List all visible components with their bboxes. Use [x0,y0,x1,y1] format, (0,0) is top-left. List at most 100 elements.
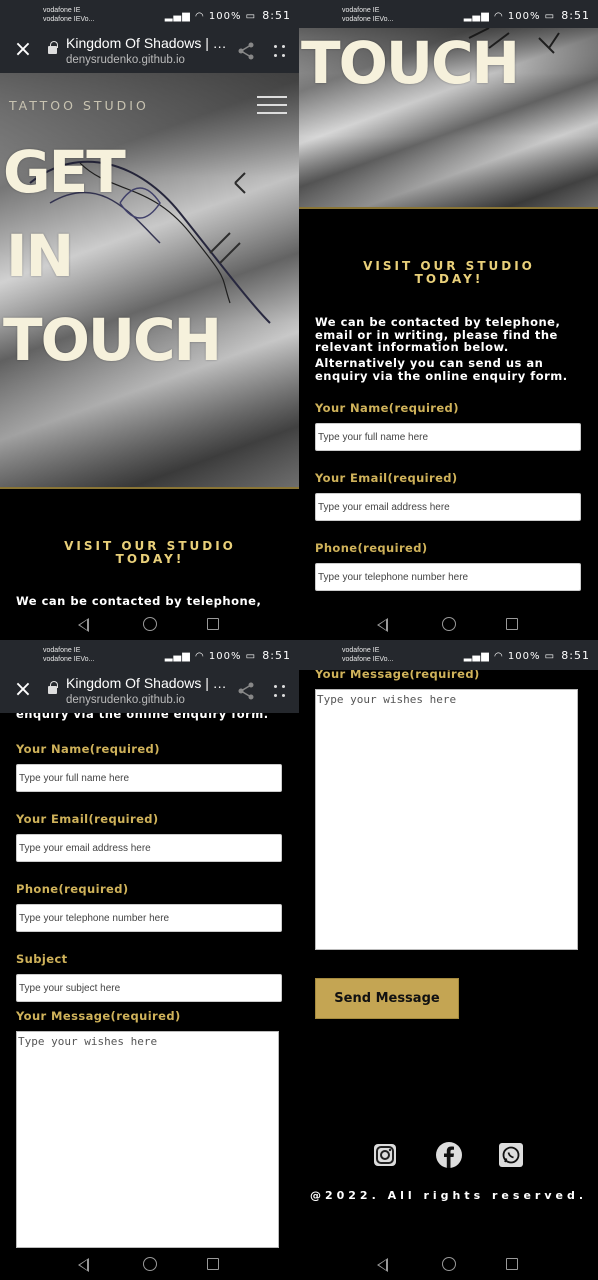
hero-divider [0,487,299,489]
back-icon[interactable] [377,1258,388,1272]
screenshot-panel-1: vodafone IE vodafone IEVo... ▂▄▆ ◠ 100% … [0,0,299,640]
instagram-icon[interactable] [374,1144,396,1166]
recent-apps-icon[interactable] [506,1258,518,1270]
clock: 8:51 [262,649,291,662]
signal-icon: ▂▄▆ [463,11,490,22]
back-icon[interactable] [78,1258,89,1272]
intro-paragraph: We can be contacted by telephone, [16,594,262,608]
battery-icon: ▭ [245,651,257,662]
home-icon[interactable] [143,1257,157,1271]
alt-paragraph: Alternatively you can send us an enquiry… [315,356,568,383]
carrier-info: vodafone IE vodafone IEVo... [342,6,393,24]
battery-icon: ▭ [544,651,556,662]
wifi-icon: ◠ [493,651,504,662]
close-icon[interactable]: × [12,679,34,702]
carrier-line-1: vodafone IE [43,7,81,14]
message-textarea[interactable] [16,1031,279,1248]
hero-divider [299,207,598,209]
name-label: Your Name(required) [16,742,160,756]
phone-label: Phone(required) [16,882,129,896]
status-bar: vodafone IE vodafone IEVo... ▂▄▆ ◠ 100% … [299,0,598,30]
status-icons: ▂▄▆ ◠ 100% ▭ 8:51 [464,649,590,662]
send-message-button[interactable]: Send Message [315,978,459,1019]
hero-word-1: GET [3,138,126,206]
page-title: Kingdom Of Shadows | T... [66,35,231,51]
name-input[interactable] [16,764,282,792]
back-icon[interactable] [78,618,89,632]
carrier-line-2: vodafone IEVo... [43,656,95,663]
clock: 8:51 [561,9,590,22]
clock: 8:51 [262,9,291,22]
close-icon[interactable]: × [12,39,34,62]
section-title: VISIT OUR STUDIO TODAY! [339,260,559,286]
section-title-line-2: TODAY! [414,272,484,286]
lock-icon [48,41,58,54]
battery-percent: 100% [507,651,541,662]
status-bar: vodafone IE vodafone IEVo... ▂▄▆ ◠ 100% … [0,640,299,670]
section-title-line-2: TODAY! [115,552,185,566]
signal-icon: ▂▄▆ [463,651,490,662]
carrier-line-2: vodafone IEVo... [43,16,95,23]
status-icons: ▂▄▆ ◠ 100% ▭ 8:51 [165,649,291,662]
carrier-line-2: vodafone IEVo... [342,656,394,663]
share-icon[interactable] [237,42,255,60]
email-input[interactable] [16,834,282,862]
recent-apps-icon[interactable] [207,1258,219,1270]
recent-apps-icon[interactable] [506,618,518,630]
subject-label: Subject [16,952,68,966]
page-url: denysrudenko.github.io [66,54,185,66]
home-icon[interactable] [442,617,456,631]
status-bar: vodafone IE vodafone IEVo... ▂▄▆ ◠ 100% … [299,640,598,670]
recent-apps-icon[interactable] [207,618,219,630]
screenshot-panel-2: vodafone IE vodafone IEVo... ▂▄▆ ◠ 100% … [299,0,598,640]
hero-word-2: IN [6,222,74,290]
wifi-icon: ◠ [493,11,504,22]
screenshot-panel-4: Your Message(required) vodafone IE vodaf… [299,640,598,1280]
whatsapp-icon[interactable] [499,1143,523,1167]
menu-dots-icon[interactable] [273,42,287,60]
phone-input[interactable] [16,904,282,932]
brand-logo[interactable]: TATTOO STUDIO [9,98,149,113]
carrier-info: vodafone IE vodafone IEVo... [43,6,94,24]
android-nav-bar [0,610,299,640]
phone-input[interactable] [315,563,581,591]
android-nav-bar [0,1250,299,1280]
browser-toolbar: × Kingdom Of Shadows | T... denysrudenko… [0,670,299,713]
email-input[interactable] [315,493,581,521]
android-nav-bar [299,610,598,640]
phone-label: Phone(required) [315,541,428,555]
carrier-info: vodafone IE vodafone IEVo... [342,646,393,664]
signal-icon: ▂▄▆ [164,651,191,662]
back-icon[interactable] [377,618,388,632]
battery-percent: 100% [208,11,242,22]
status-icons: ▂▄▆ ◠ 100% ▭ 8:51 [464,9,590,22]
message-textarea[interactable] [315,689,578,950]
page-url: denysrudenko.github.io [66,694,185,706]
name-label: Your Name(required) [315,401,459,415]
share-icon[interactable] [237,682,255,700]
menu-dots-icon[interactable] [273,682,287,700]
battery-percent: 100% [208,651,242,662]
wifi-icon: ◠ [194,11,205,22]
status-bar: vodafone IE vodafone IEVo... ▂▄▆ ◠ 100% … [0,0,299,30]
browser-toolbar: × Kingdom Of Shadows | T... denysrudenko… [0,30,299,73]
battery-icon: ▭ [245,11,257,22]
page-title: Kingdom Of Shadows | T... [66,675,231,691]
copyright: @2022. All rights reserved. [309,1189,588,1202]
clock: 8:51 [561,649,590,662]
home-icon[interactable] [442,1257,456,1271]
carrier-line-1: vodafone IE [342,7,380,14]
hero-word-3: TOUCH [3,306,222,374]
wifi-icon: ◠ [194,651,205,662]
carrier-line-2: vodafone IEVo... [342,16,394,23]
intro-paragraph: We can be contacted by telephone, email … [315,315,561,354]
subject-input[interactable] [16,974,282,1002]
android-nav-bar [299,1250,598,1280]
facebook-icon[interactable] [436,1142,462,1168]
battery-icon: ▭ [544,11,556,22]
hamburger-menu-icon[interactable] [257,96,287,116]
home-icon[interactable] [143,617,157,631]
hero-word-3: TOUCH [301,29,520,97]
name-input[interactable] [315,423,581,451]
screenshot-panel-3: enquiry via the online enquiry form. vod… [0,640,299,1280]
